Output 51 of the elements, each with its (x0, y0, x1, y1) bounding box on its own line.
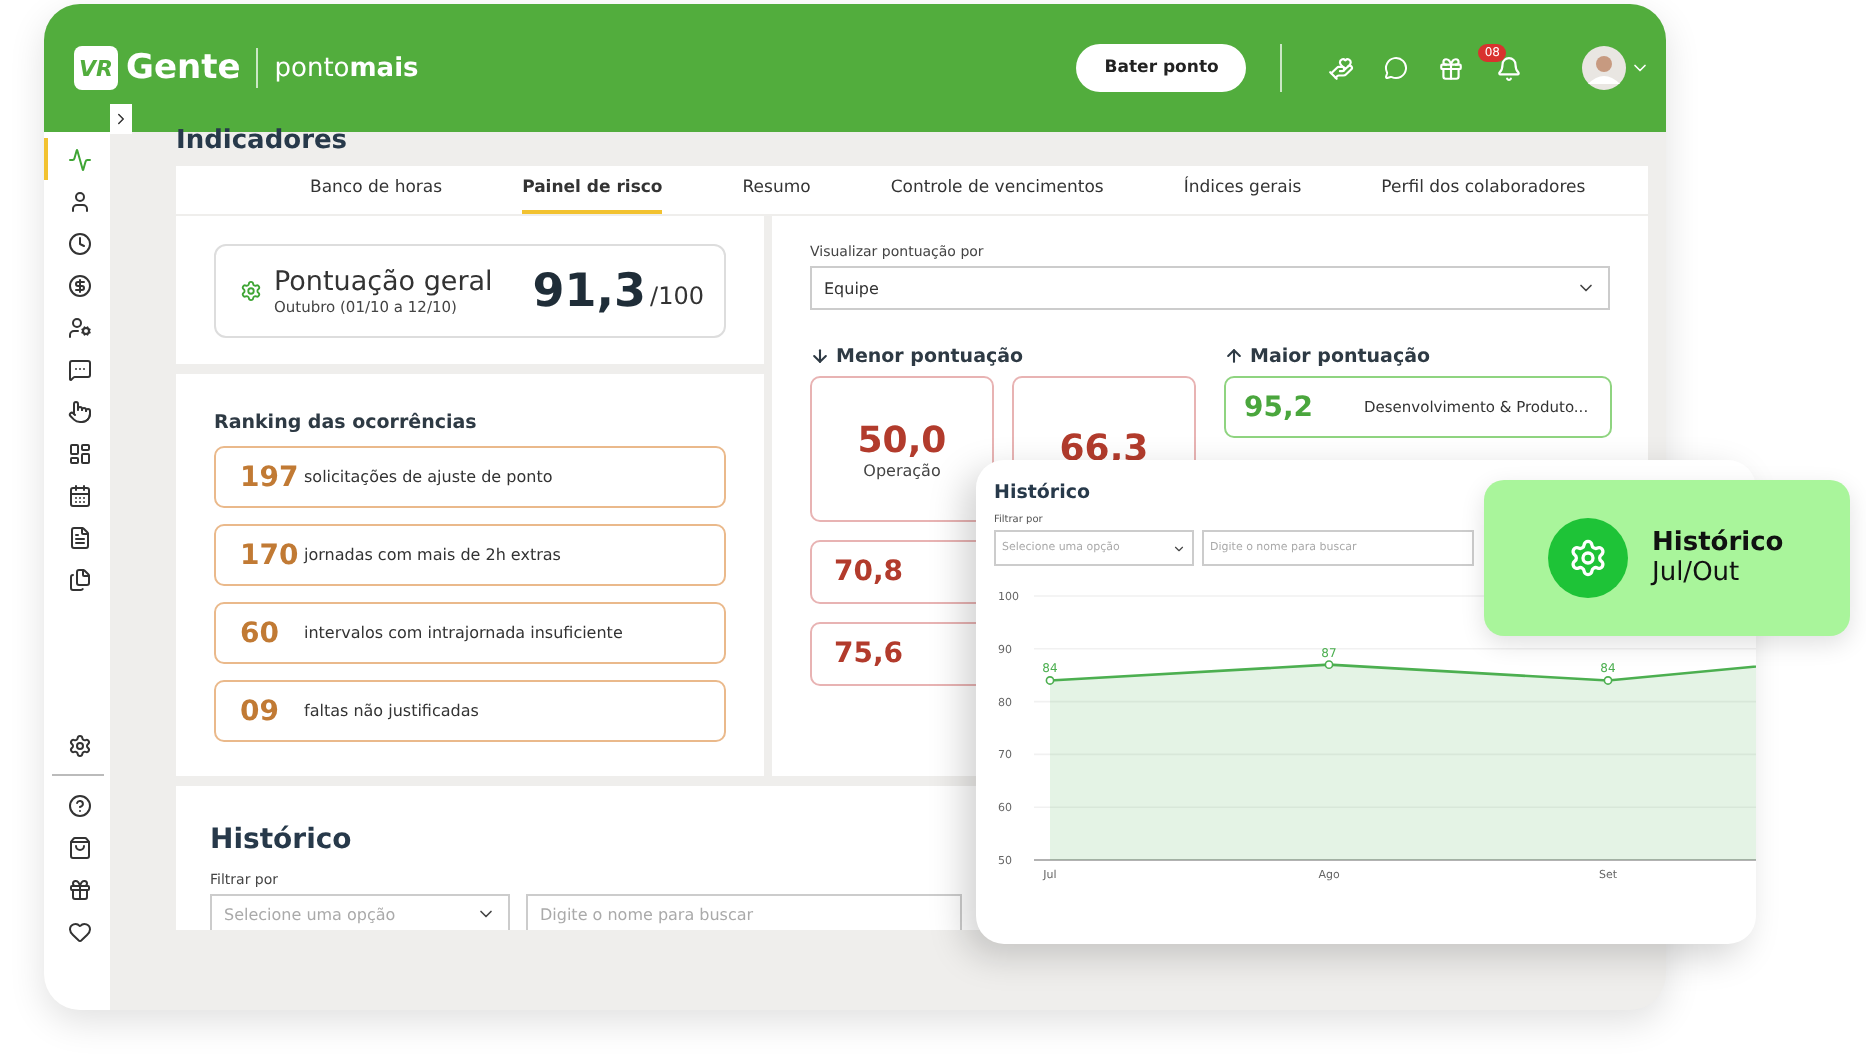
column-title: Menor pontuação (836, 345, 1024, 367)
arrow-down-icon (810, 346, 830, 366)
score-value: 91,3 (532, 265, 647, 317)
product-name: pontomais (274, 53, 419, 83)
highlight-title: Histórico (1652, 528, 1784, 558)
team-score: 66,3 (1059, 428, 1149, 470)
data-point (1324, 660, 1334, 670)
expand-sidebar-button[interactable] (110, 104, 132, 134)
team-select[interactable]: Equipe (810, 266, 1610, 310)
occurrence-description: solicitações de ajuste de ponto (304, 468, 553, 486)
section-title: Histórico (210, 824, 354, 856)
select-placeholder: Selecione uma opção (224, 905, 396, 923)
tab[interactable]: Índices gerais (1183, 166, 1302, 214)
tab[interactable]: Resumo (742, 166, 811, 214)
occurrence-description: jornadas com mais de 2h extras (304, 546, 561, 564)
select-value: Equipe (824, 279, 879, 297)
card-title: Histórico (994, 482, 1093, 504)
tab[interactable]: Perfil dos colaboradores (1381, 166, 1586, 214)
occurrence-description: faltas não justificadas (304, 702, 479, 720)
highlight-subtitle: Jul/Out (1652, 558, 1742, 588)
gear-icon (240, 280, 262, 302)
avatar[interactable] (1582, 46, 1626, 90)
logo-text: Gente (126, 48, 241, 88)
score-max: /100 (650, 282, 704, 310)
team-score: 50,0 (857, 419, 947, 461)
clock-in-button[interactable]: Bater ponto (1076, 44, 1247, 92)
hand-heart-icon[interactable] (1328, 55, 1355, 81)
data-point (1045, 676, 1055, 685)
occurrence-count: 170 (240, 539, 301, 571)
team-score: 95,2 (1244, 391, 1316, 423)
page-title: Indicadores (176, 132, 350, 160)
chevron-right-icon (112, 110, 130, 128)
data-point (1603, 676, 1613, 685)
tab[interactable]: Controle de vencimentos (890, 166, 1104, 214)
arrow-up-icon (1224, 346, 1244, 366)
notifications-icon[interactable] (1496, 55, 1523, 81)
section-title: Ranking das ocorrências (214, 412, 479, 434)
occurrence-description: intervalos com intrajornada insuficiente (304, 624, 623, 642)
score-title: Pontuação geral (274, 267, 493, 297)
gear-icon (1548, 518, 1628, 598)
tab[interactable]: Banco de horas (310, 166, 443, 214)
team-score: 70,8 (834, 556, 904, 588)
chevron-down-icon (1172, 541, 1186, 555)
logo-mark: VR (74, 46, 118, 90)
occurrence-count: 197 (240, 461, 301, 493)
team-name: Operação (863, 461, 941, 479)
search-field[interactable]: Digite o nome para buscar (526, 894, 962, 930)
column-title: Maior pontuação (1250, 345, 1431, 367)
occurrence-count: 09 (240, 695, 281, 727)
team-score: 75,6 (834, 638, 904, 670)
occurrence-count: 60 (240, 617, 281, 649)
